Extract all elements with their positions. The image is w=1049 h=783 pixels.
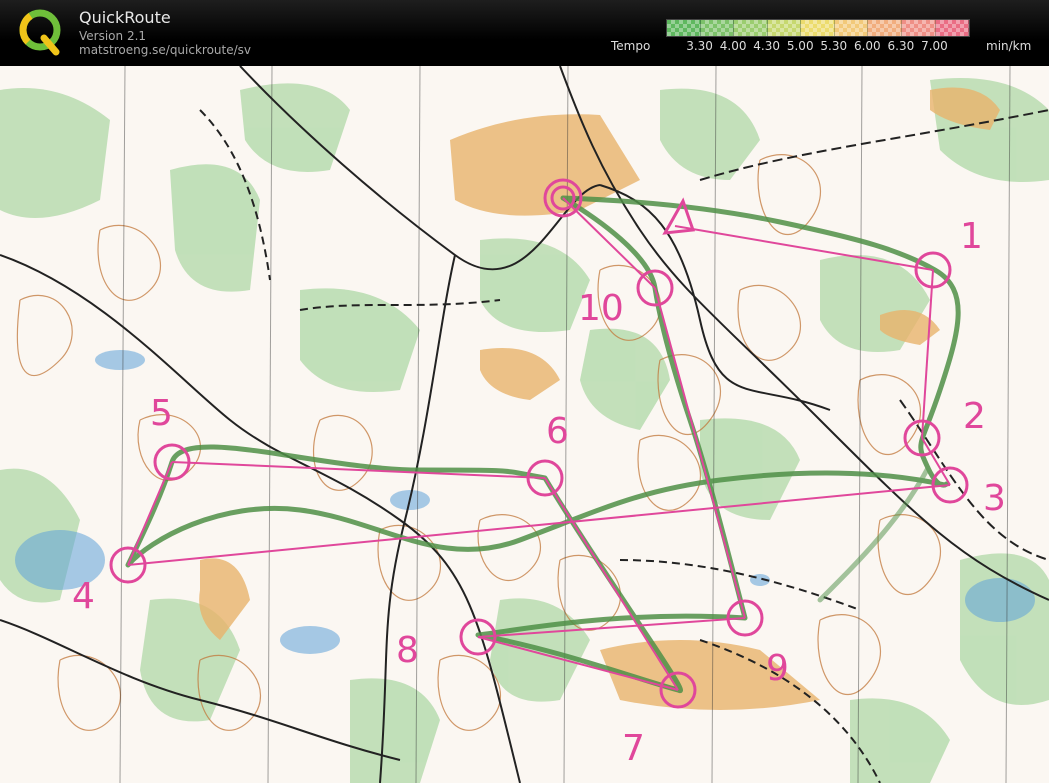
legend-label: Tempo <box>611 39 651 53</box>
control-number-3: 3 <box>983 478 1006 519</box>
pace-legend-ticks: 3.30 4.00 4.30 5.00 5.30 6.00 6.30 7.00 <box>666 39 968 53</box>
orienteering-map[interactable]: 1 2 3 4 5 6 7 8 9 10 <box>0 66 1049 783</box>
app-url: matstroeng.se/quickroute/sv <box>79 43 252 57</box>
app-header: QuickRoute Version 2.1 matstroeng.se/qui… <box>0 0 1049 66</box>
pace-legend-bar <box>666 19 970 37</box>
pace-legend-segment <box>767 20 802 36</box>
pace-legend-segment <box>700 20 735 36</box>
pace-legend-tick: 5.00 <box>786 39 814 53</box>
pace-legend-segment <box>868 20 902 36</box>
pace-legend-segment <box>834 20 869 36</box>
pace-legend-tick: 6.00 <box>853 39 881 53</box>
control-number-9: 9 <box>766 648 789 689</box>
control-number-10: 10 <box>578 288 624 329</box>
app-title: QuickRoute <box>79 8 171 27</box>
pace-legend-segment <box>734 20 768 36</box>
control-number-4: 4 <box>72 576 95 617</box>
legend-unit: min/km <box>986 39 1032 53</box>
pace-legend-tick: 3.30 <box>686 39 713 53</box>
pace-legend-tick: 4.30 <box>753 39 781 53</box>
app-version: Version 2.1 <box>79 29 147 43</box>
pace-legend-segment <box>901 20 936 36</box>
pace-legend-tick: 7.00 <box>921 39 948 53</box>
pace-legend-segment <box>667 20 701 36</box>
control-number-7: 7 <box>622 728 645 769</box>
control-number-1: 1 <box>960 216 983 257</box>
pace-legend-tick: 6.30 <box>887 39 915 53</box>
control-number-6: 6 <box>546 411 569 452</box>
quickroute-logo-icon <box>19 9 61 56</box>
control-number-5: 5 <box>150 393 173 434</box>
pace-legend-segment <box>935 20 970 36</box>
pace-legend-tick: 4.00 <box>719 39 747 53</box>
pace-legend-segment <box>801 20 835 36</box>
pace-legend-tick: 5.30 <box>820 39 848 53</box>
control-number-2: 2 <box>963 396 986 437</box>
control-number-8: 8 <box>396 630 419 671</box>
